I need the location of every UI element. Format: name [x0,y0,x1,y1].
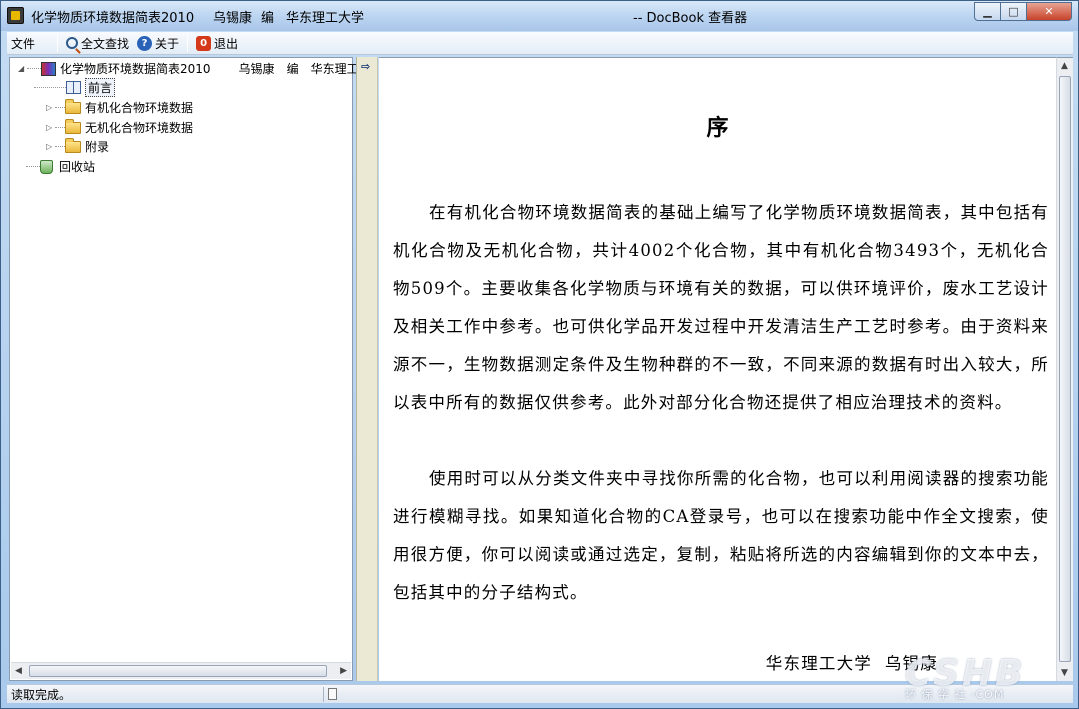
tree-root-author: 乌锡康 [238,62,275,76]
status-doc-icon [328,688,337,700]
window-app-title: -- DocBook 查看器 [633,11,748,26]
tree-item-preface[interactable]: 前言 [34,78,116,97]
tree-root-role: 编 [286,62,299,76]
tree-item-inorganic[interactable]: ▷ 无机化合物环境数据 [46,118,193,137]
document-vertical-scrollbar[interactable]: ▲ ▼ [1056,57,1073,681]
exit-icon: 0 [196,35,212,51]
status-divider [323,686,324,702]
document-heading: 序 [706,115,729,141]
window-role: 编 [261,11,275,26]
scrollbar-thumb[interactable] [29,665,327,677]
tree-item-label: 附录 [85,140,110,154]
folder-icon [65,137,81,153]
window-org: 华东理工大学 [286,11,365,26]
search-icon [66,37,79,49]
app-icon[interactable] [7,7,24,24]
tree-item-appendix[interactable]: ▷ 附录 [46,137,109,156]
folder-icon [65,118,81,134]
expand-toggle-icon[interactable]: ▷ [46,103,55,112]
scroll-down-icon[interactable]: ▼ [1061,668,1068,678]
document-signature: 华东理工大学 乌锡康 [765,654,938,673]
toolbar-separator [187,34,189,52]
help-icon: ? [137,35,153,51]
title-bar: 化学物质环境数据简表2010 乌锡康 编 华东理工大学 -- DocBook 查… [1,1,1078,31]
about-button[interactable]: ? 关于 [133,33,183,54]
tree-root-title: 化学物质环境数据简表2010 [60,62,211,76]
app-window: 化学物质环境数据简表2010 乌锡康 编 华东理工大学 -- DocBook 查… [0,0,1079,709]
scroll-right-icon[interactable]: ▶ [340,666,347,676]
tree-horizontal-scrollbar[interactable]: ◀ ▶ [11,662,351,679]
toolbar-separator [57,34,59,52]
window-doc-title: 化学物质环境数据简表2010 [31,11,195,26]
full-text-search-label: 全文查找 [81,36,130,51]
window-controls: ▁ □ ✕ [974,2,1072,21]
tree-item-recycle-bin[interactable]: 回收站 [26,157,95,176]
sync-arrow-icon[interactable]: ⇨ [361,61,374,73]
expand-toggle-icon[interactable]: ▷ [46,123,55,132]
folder-icon [65,98,81,114]
tree-item-label: 有机化合物环境数据 [85,101,194,115]
maximize-button[interactable]: □ [1000,2,1027,21]
status-text: 读取完成。 [11,687,72,702]
exit-label: 退出 [214,36,239,51]
navigation-tree[interactable]: ◢ 化学物质环境数据简表2010 乌锡康 编 华东理工 前言 ▷ 有机化合物环境… [9,57,359,681]
scrollbar-thumb[interactable] [1059,76,1071,662]
expand-toggle-icon[interactable]: ▷ [46,142,55,151]
document-paragraph: 在有机化合物环境数据简表的基础上编写了化学物质环境数据简表，其中包括有机化合物及… [393,203,1049,412]
menu-file[interactable]: 文件 [7,33,39,54]
tree-item-label: 前言 [85,78,116,97]
close-button[interactable]: ✕ [1026,2,1072,21]
full-text-search-button[interactable]: 全文查找 [62,33,133,54]
book-icon [41,61,56,76]
page-icon [66,81,81,94]
tree-item-label: 回收站 [59,160,96,174]
document-view[interactable]: 序 在有机化合物环境数据简表的基础上编写了化学物质环境数据简表，其中包括有机化合… [379,57,1056,681]
document-paragraph: 使用时可以从分类文件夹中寻找你所需的化合物，也可以利用阅读器的搜索功能进行模糊寻… [393,469,1049,602]
scroll-left-icon[interactable]: ◀ [15,666,22,676]
status-bar: 读取完成。 [7,684,1073,703]
tree-item-organic[interactable]: ▷ 有机化合物环境数据 [46,98,193,117]
toolbar: 文件 全文查找 ? 关于 0 退出 [7,32,1073,55]
scroll-up-icon[interactable]: ▲ [1061,61,1068,71]
menu-file-label: 文件 [11,36,36,51]
window-author: 乌锡康 [213,11,253,26]
tree-root-org: 华东理工 [310,62,359,76]
recycle-bin-icon [40,159,53,174]
sync-gutter: ⇨ [356,57,378,681]
tree-item-label: 无机化合物环境数据 [85,121,194,135]
exit-button[interactable]: 0 退出 [192,33,242,54]
collapse-toggle-icon[interactable]: ◢ [18,64,27,73]
about-label: 关于 [155,36,180,51]
tree-root[interactable]: ◢ 化学物质环境数据简表2010 乌锡康 编 华东理工 [18,59,359,78]
minimize-button[interactable]: ▁ [974,2,1001,21]
